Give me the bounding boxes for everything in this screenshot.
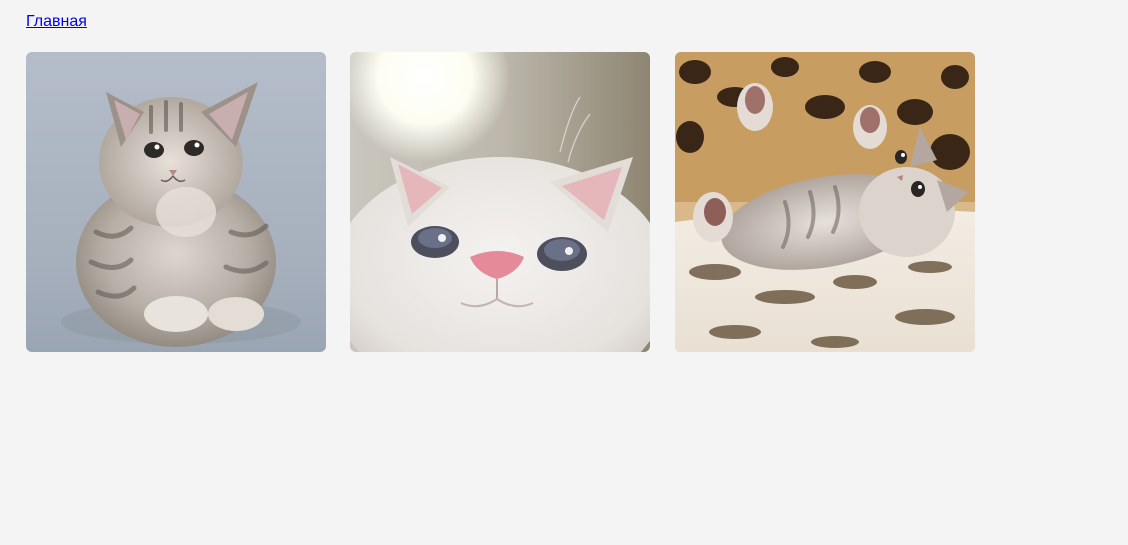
home-link[interactable]: Главная	[26, 13, 87, 30]
kitten-looking-up-image	[350, 52, 650, 352]
kitten-photo-sitting[interactable]	[26, 52, 326, 352]
top-nav: Главная	[26, 12, 87, 32]
kitten-lying-image	[675, 52, 975, 352]
photo-gallery	[26, 52, 975, 352]
kitten-photo-looking-up[interactable]	[350, 52, 650, 352]
kitten-sitting-image	[26, 52, 326, 352]
kitten-photo-lying[interactable]	[675, 52, 975, 352]
